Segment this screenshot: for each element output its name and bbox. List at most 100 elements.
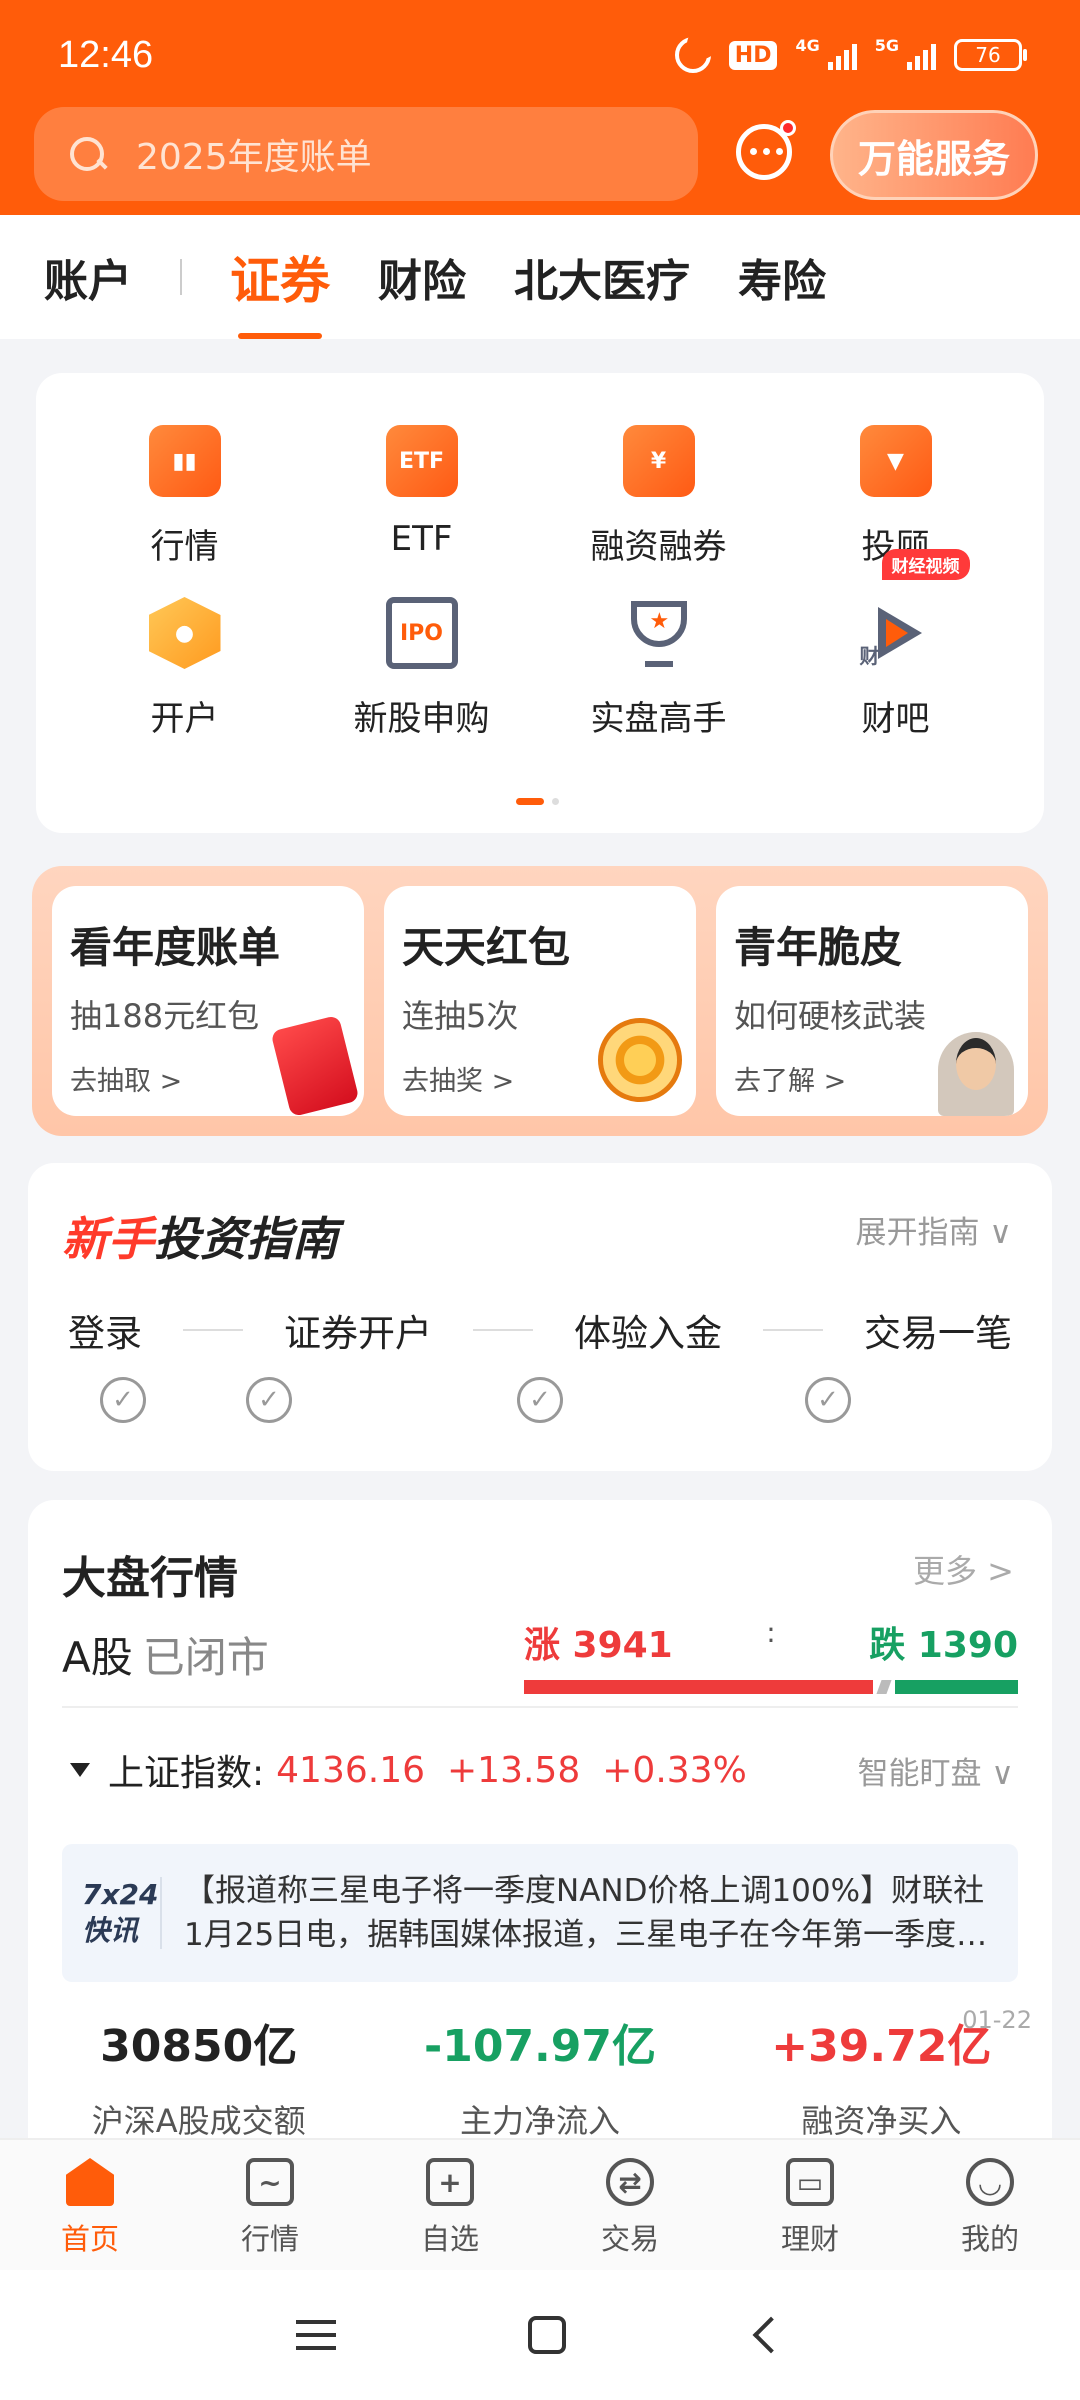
check-circle-icon: ✓: [517, 1377, 563, 1423]
step-login[interactable]: 登录: [68, 1303, 142, 1357]
grid-item-market[interactable]: ▮▮ 行情: [66, 425, 303, 597]
dropdown-triangle-icon: [70, 1763, 90, 1777]
person-avatar-image: [938, 1032, 1014, 1116]
network-4g-label: 4G: [795, 35, 820, 55]
rise-fall-indicator: 涨 3941 : 跌 1390: [524, 1616, 1018, 1694]
nav-market[interactable]: ~ 行情: [180, 2140, 360, 2270]
signal-icon: [827, 40, 857, 70]
promo-strip: 看年度账单 抽188元红包 去抽取 > 天天红包 连抽5次 去抽奖 > 青年脆皮…: [32, 866, 1048, 1136]
neutral-bar: [876, 1680, 892, 1694]
grid-item-margin[interactable]: ¥ 融资融券: [540, 425, 777, 597]
step-open-account[interactable]: 证券开户: [284, 1303, 432, 1357]
tab-property-insurance[interactable]: 财险: [378, 215, 466, 339]
nav-wealth[interactable]: ▭ 理财: [720, 2140, 900, 2270]
unread-dot: [780, 120, 796, 136]
hd-voice-icon: HD: [728, 40, 778, 70]
market-title: 大盘行情: [62, 1553, 238, 1604]
beginner-guide-card: 新手投资指南 展开指南 ∨ 登录 证券开户 体验入金 交易一笔 ✓ ✓ ✓ ✓: [28, 1163, 1052, 1471]
tab-divider: [180, 259, 182, 295]
trade-exchange-icon: ⇄: [606, 2158, 654, 2206]
prize-wheel-icon: [598, 1018, 682, 1102]
ratio-colon: :: [766, 1616, 776, 1649]
nav-label: 行情: [240, 2222, 299, 2256]
market-stats: 30850亿 沪深A股成交额 -107.97亿 主力净流入 01-22 +39.…: [28, 2006, 1052, 2142]
fall-count: 跌 1390: [869, 1625, 1018, 1666]
step-first-trade[interactable]: 交易一笔: [864, 1303, 1012, 1357]
grid-item-open-account[interactable]: ● 开户: [66, 597, 303, 769]
step-connector: [183, 1329, 243, 1331]
tab-securities[interactable]: 证券: [230, 215, 330, 339]
news-logo-line2: 快讯: [82, 1914, 139, 1947]
page-indicator: [516, 798, 559, 805]
grid-item-top-traders[interactable]: ★ 实盘高手: [540, 597, 777, 769]
nav-label: 自选: [420, 2222, 479, 2256]
recent-apps-icon[interactable]: [296, 2320, 336, 2350]
index-value: 4136.16: [276, 1749, 426, 1791]
nav-home[interactable]: 首页: [0, 2140, 180, 2270]
check-circle-icon: ✓: [100, 1377, 146, 1423]
stat-date: 01-22: [962, 2006, 1032, 2034]
expand-guide-button[interactable]: 展开指南 ∨: [855, 1207, 1012, 1252]
nav-watchlist[interactable]: + 自选: [360, 2140, 540, 2270]
grid-label: 行情: [150, 527, 219, 567]
news-flash-logo: 7x24 快讯: [82, 1877, 162, 1949]
market-closed-label: 已闭市: [142, 1633, 269, 1682]
service-button[interactable]: 万能服务: [830, 110, 1038, 200]
trophy-icon: ★: [623, 597, 695, 669]
stat-turnover[interactable]: 30850亿 沪深A股成交额: [28, 2010, 369, 2142]
back-icon[interactable]: [752, 2316, 790, 2354]
promo-annual-bill[interactable]: 看年度账单 抽188元红包 去抽取 >: [52, 886, 364, 1116]
divider: [62, 1706, 1018, 1708]
chart-line-icon: ~: [246, 2158, 294, 2206]
promo-daily-red-packet[interactable]: 天天红包 连抽5次 去抽奖 >: [384, 886, 696, 1116]
tab-life-insurance[interactable]: 寿险: [738, 215, 826, 339]
search-icon: [68, 135, 106, 173]
battery-icon: 76: [954, 39, 1027, 71]
index-percent: +0.33%: [602, 1749, 747, 1791]
index-change: +13.58: [447, 1749, 581, 1791]
quick-functions-card: ▮▮ 行情 ETF ETF ¥ 融资融券 ▼ 投顾 ● 开户 IPO 新股申购 …: [36, 373, 1044, 833]
message-icon[interactable]: [730, 118, 798, 186]
video-play-icon: 财 财经视频: [860, 549, 970, 669]
search-bar[interactable]: 2025年度账单: [34, 107, 698, 201]
app-header: 12:46 HD 4G 5G 76 2025年度账单 万能服务: [0, 0, 1080, 215]
grid-label: 实盘高手: [590, 699, 727, 739]
red-envelope-icon: [270, 1014, 360, 1116]
status-bar: 12:46 HD 4G 5G 76: [58, 29, 1027, 80]
stat-label: 沪深A股成交额: [91, 2102, 306, 2140]
news-flash[interactable]: 7x24 快讯 【报道称三星电子将一季度NAND价格上调100%】财联社1月25…: [62, 1844, 1018, 1982]
advisor-icon: ▼: [859, 425, 932, 497]
tab-account[interactable]: 账户: [44, 215, 132, 339]
ipo-ticket-icon: IPO: [385, 597, 458, 669]
grid-item-etf[interactable]: ETF ETF: [303, 425, 540, 597]
nav-profile[interactable]: ◡ 我的: [900, 2140, 1080, 2270]
promo-title: 天天红包: [402, 923, 571, 972]
step-deposit[interactable]: 体验入金: [574, 1303, 722, 1357]
signal-icon-2: [907, 40, 936, 70]
stat-main-inflow[interactable]: -107.97亿 主力净流入: [369, 2010, 710, 2142]
grid-item-caiba[interactable]: 财 财经视频 财吧: [777, 549, 1014, 769]
home-button-icon[interactable]: [528, 2316, 566, 2354]
video-badge: 财经视频: [881, 549, 970, 580]
stat-margin-buy[interactable]: 01-22 +39.72亿 融资净买入: [711, 2006, 1052, 2142]
tab-pku-healthcare[interactable]: 北大医疗: [514, 215, 690, 339]
stat-label: 主力净流入: [459, 2102, 620, 2140]
market-more-link[interactable]: 更多 >: [913, 1546, 1014, 1592]
smart-watch-button[interactable]: 智能盯盘 ∨: [857, 1748, 1014, 1793]
index-row[interactable]: 上证指数: 4136.16 +13.58 +0.33% 智能盯盘 ∨: [62, 1744, 1014, 1796]
home-icon: [66, 2158, 114, 2206]
grid-label: 融资融券: [590, 527, 727, 567]
grid-item-ipo[interactable]: IPO 新股申购: [303, 597, 540, 769]
news-logo-line1: 7x24: [82, 1878, 159, 1911]
nav-trade[interactable]: ⇄ 交易: [540, 2140, 720, 2270]
promo-youth[interactable]: 青年脆皮 如何硬核武装 去了解 >: [716, 886, 1028, 1116]
step-connector: [763, 1329, 823, 1331]
promo-title: 青年脆皮: [734, 923, 903, 972]
grid-label: 开户: [150, 699, 219, 739]
system-navigation-bar: [0, 2270, 1080, 2400]
nav-label: 理财: [780, 2222, 839, 2256]
stat-value: 30850亿: [100, 2021, 298, 2072]
stat-label: 融资净买入: [801, 2102, 962, 2140]
guide-title-black: 投资指南: [154, 1212, 338, 1266]
nav-label: 首页: [60, 2222, 119, 2256]
